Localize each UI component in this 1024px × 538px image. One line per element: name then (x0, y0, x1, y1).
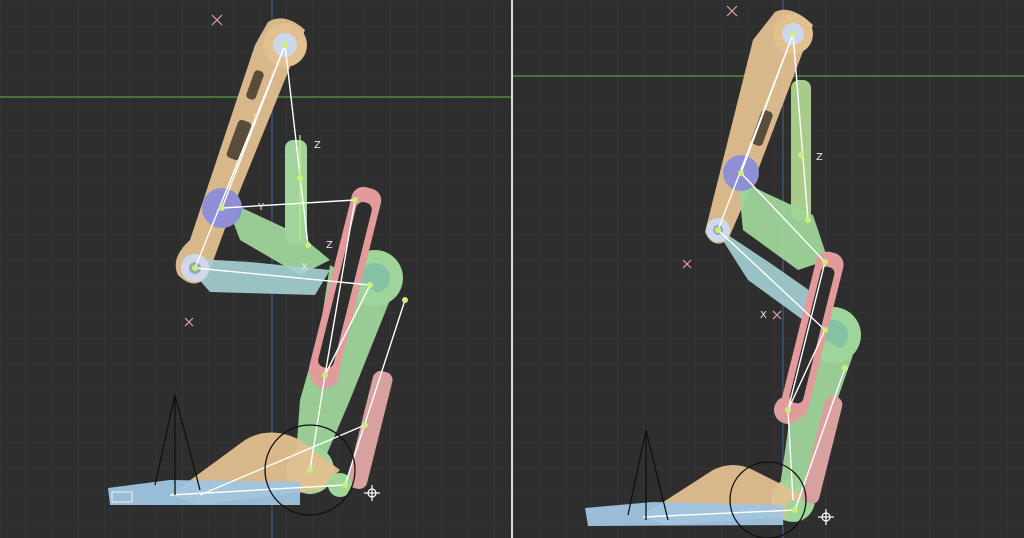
axis-label: X (301, 262, 308, 273)
axis-label: Y (252, 112, 260, 123)
viewport-left[interactable]: Y Y Z Z X (0, 0, 511, 538)
axis-label: X (760, 310, 767, 321)
axis-label: Z (314, 140, 321, 151)
scene-left[interactable]: Y Y Z Z X (0, 0, 511, 538)
axis-label: Z (326, 240, 333, 251)
viewport-right[interactable]: Z X (513, 0, 1024, 538)
axis-label: Z (816, 152, 823, 163)
axis-label: Y (257, 202, 265, 213)
scene-right[interactable]: Z X (513, 0, 1024, 538)
